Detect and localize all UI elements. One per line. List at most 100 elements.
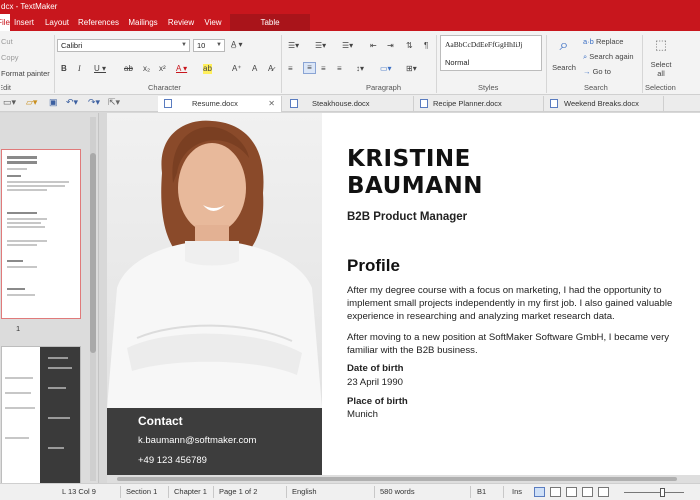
contact-panel: Contact k.baumann@softmaker.com +49 123 … xyxy=(107,408,322,475)
grow-font-icon[interactable]: A⁺ xyxy=(232,64,242,74)
bullets-icon[interactable]: ☰▾ xyxy=(288,41,299,51)
search-group-label: Search xyxy=(584,83,608,92)
style-gallery[interactable]: AaBbCcDdEeFfGgHhIiJj Normal xyxy=(440,35,542,71)
select-all-button[interactable]: ⬚ Select all xyxy=(648,37,674,78)
justify-icon[interactable]: ≡ xyxy=(337,64,342,74)
font-size-combo[interactable]: 10 ▼ xyxy=(193,39,225,52)
increase-indent-icon[interactable]: ⇥ xyxy=(387,41,394,51)
document-page[interactable]: Contact k.baumann@softmaker.com +49 123 … xyxy=(107,113,700,475)
thumb-line xyxy=(7,218,47,220)
cut-button[interactable]: Cut xyxy=(1,37,13,46)
scrollbar-thumb[interactable] xyxy=(90,153,96,353)
window-title: dcx - TextMaker xyxy=(1,2,58,11)
normal-view-icon[interactable] xyxy=(534,487,545,497)
style-preview: AaBbCcDdEeFfGgHhIiJj xyxy=(445,40,523,49)
redo-icon[interactable]: ↷▾ xyxy=(88,97,100,108)
align-center-icon[interactable]: ≡ xyxy=(303,62,316,74)
change-case-icon[interactable]: A̲ ▾ xyxy=(231,40,243,50)
thumbnail-scrollbar[interactable] xyxy=(90,117,96,481)
borders-icon[interactable]: ⊞▾ xyxy=(406,64,417,74)
multilevel-list-icon[interactable]: ☰▾ xyxy=(342,41,353,51)
thumb-line xyxy=(7,189,47,191)
full-screen-view-icon[interactable] xyxy=(598,487,609,497)
zoom-slider[interactable] xyxy=(624,492,684,493)
save-icon[interactable]: ▣ xyxy=(49,97,58,108)
tab-mailings[interactable]: Mailings xyxy=(124,14,162,31)
close-icon[interactable]: ✕ xyxy=(268,96,275,111)
sort-icon[interactable]: ⇅ xyxy=(406,41,413,51)
dob-label: Date of birth xyxy=(347,363,404,374)
portrait-photo[interactable] xyxy=(107,113,322,408)
tab-layout[interactable]: Layout xyxy=(41,14,73,31)
align-right-icon[interactable]: ≡ xyxy=(321,64,326,74)
shading-icon[interactable]: ▭▾ xyxy=(380,64,392,74)
pointer-icon[interactable]: ⇱▾ xyxy=(108,97,120,108)
thumb-line xyxy=(7,294,35,296)
font-name-value: Calibri xyxy=(61,41,83,50)
edit-group-label: Edit xyxy=(1,83,11,92)
undo-icon[interactable]: ↶▾ xyxy=(66,97,78,108)
chevron-down-icon: ▼ xyxy=(216,42,222,48)
superscript-icon[interactable]: x² xyxy=(159,64,166,74)
menu-bar: File Insert Layout References Mailings R… xyxy=(0,14,700,31)
title-bar: dcx - TextMaker xyxy=(0,0,700,14)
bold-icon[interactable]: B xyxy=(61,64,67,74)
font-color-icon[interactable]: A ▾ xyxy=(176,64,187,74)
tab-references[interactable]: References xyxy=(76,14,121,31)
page-view-icon[interactable] xyxy=(550,487,561,497)
profile-paragraph-2: After moving to a new position at SoftMa… xyxy=(347,332,670,356)
search-button-label: Search xyxy=(552,63,576,72)
divider xyxy=(436,35,437,93)
profile-heading: Profile xyxy=(347,256,400,275)
numbering-icon[interactable]: ☰▾ xyxy=(315,41,326,51)
horizontal-scrollbar[interactable] xyxy=(107,475,700,483)
thumb-line xyxy=(7,156,37,159)
quick-access-bar: ▭▾ ▱▾ ▣ ↶▾ ↷▾ ⇱▾ Resume.docx ✕ Steakhous… xyxy=(0,95,700,112)
tab-table[interactable]: Table xyxy=(230,14,310,31)
doc-tab-steakhouse[interactable]: Steakhouse.docx xyxy=(284,96,414,112)
tab-review[interactable]: Review xyxy=(165,14,197,31)
decrease-indent-icon[interactable]: ⇤ xyxy=(370,41,377,51)
open-folder-icon[interactable]: ▱▾ xyxy=(26,97,37,108)
clear-format-icon[interactable]: A̷ xyxy=(268,64,273,74)
highlight-icon[interactable]: ab xyxy=(203,64,212,74)
tab-view[interactable]: View xyxy=(200,14,226,31)
thumb-line xyxy=(7,175,21,177)
shrink-font-icon[interactable]: A xyxy=(252,64,257,74)
font-name-combo[interactable]: Calibri ▼ xyxy=(57,39,190,52)
character-group-label: Character xyxy=(148,83,181,92)
status-language[interactable]: English xyxy=(292,487,317,496)
goto-button[interactable]: → Go to xyxy=(583,67,611,76)
new-document-icon[interactable]: ▭▾ xyxy=(3,97,16,108)
contact-email[interactable]: k.baumann@softmaker.com xyxy=(138,435,256,446)
status-insert-mode[interactable]: Ins xyxy=(512,487,522,496)
align-left-icon[interactable]: ≡ xyxy=(288,64,293,74)
italic-icon[interactable]: I xyxy=(78,64,81,74)
page-thumbnail-2[interactable] xyxy=(1,346,81,485)
divider xyxy=(120,486,121,498)
underline-icon[interactable]: U ▾ xyxy=(94,64,106,74)
tab-file[interactable]: File xyxy=(0,14,10,31)
doc-tab-weekend-breaks[interactable]: Weekend Breaks.docx xyxy=(544,96,664,112)
strikethrough-icon[interactable]: ab xyxy=(124,64,133,74)
candidate-name: KRISTINE BAUMANN xyxy=(347,146,483,199)
subscript-icon[interactable]: x₂ xyxy=(143,64,150,74)
thumb-line xyxy=(7,181,69,183)
doc-tab-recipe-planner[interactable]: Recipe Planner.docx xyxy=(414,96,544,112)
line-spacing-icon[interactable]: ↕▾ xyxy=(356,64,364,74)
thumb-line xyxy=(48,357,68,359)
format-painter-button[interactable]: Format painter xyxy=(1,69,50,78)
zoom-slider-handle[interactable] xyxy=(660,488,665,497)
scrollbar-thumb[interactable] xyxy=(117,477,677,481)
copy-button[interactable]: Copy xyxy=(1,53,19,62)
search-button[interactable]: ⌕ Search xyxy=(550,37,578,72)
tab-insert[interactable]: Insert xyxy=(10,14,38,31)
master-page-view-icon[interactable] xyxy=(582,487,593,497)
replace-button[interactable]: a·b Replace xyxy=(583,37,623,46)
search-again-button[interactable]: ⌕ Search again xyxy=(583,52,634,62)
pilcrow-icon[interactable]: ¶ xyxy=(424,41,428,51)
outline-view-icon[interactable] xyxy=(566,487,577,497)
doc-tab-resume[interactable]: Resume.docx ✕ xyxy=(158,96,282,112)
page-thumbnail-1[interactable] xyxy=(1,149,81,319)
doc-tab-label: Resume.docx xyxy=(192,99,238,108)
